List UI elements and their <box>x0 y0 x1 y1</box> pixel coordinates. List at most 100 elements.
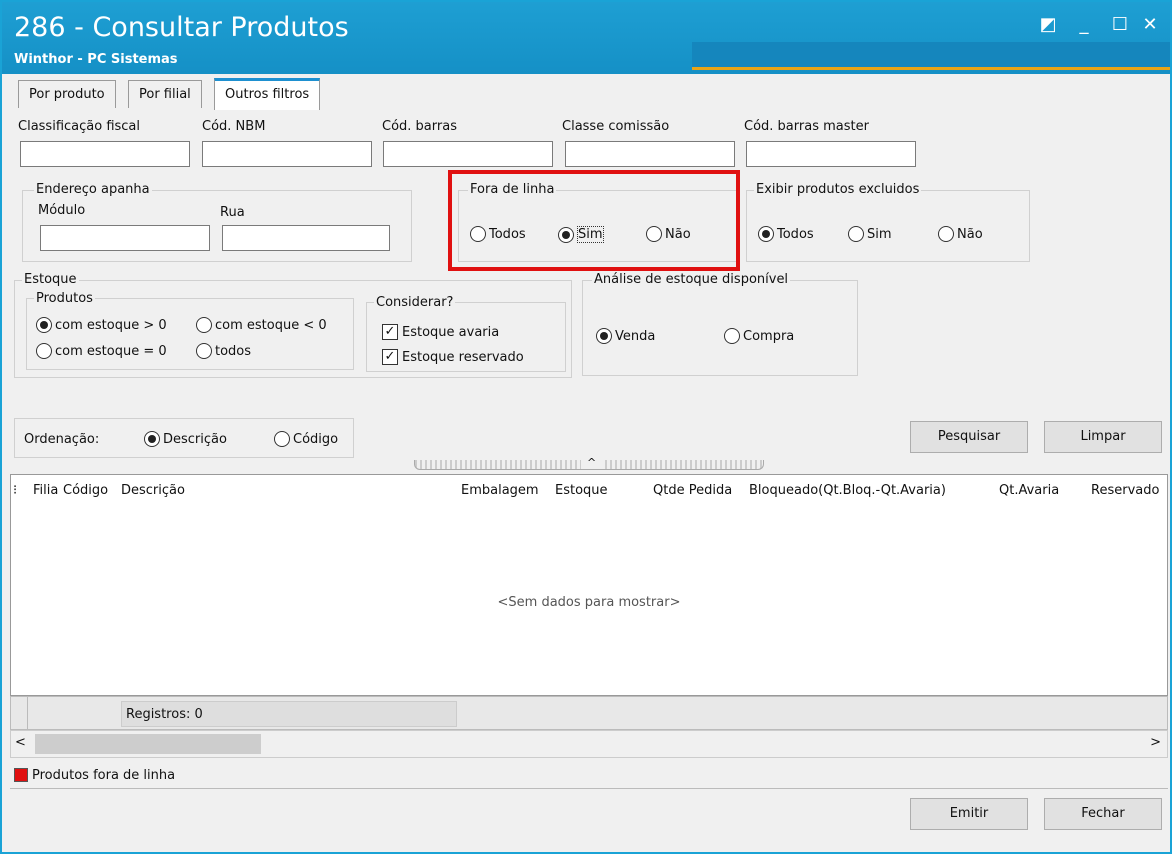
excluidos-sim-radio[interactable]: Sim <box>848 226 892 242</box>
col-descricao[interactable]: Descrição <box>121 475 185 505</box>
estoque-todos-radio[interactable]: todos <box>196 343 251 359</box>
checkbox-label: Estoque reservado <box>402 349 524 365</box>
scrollbar-thumb[interactable] <box>35 734 261 754</box>
estoque-avaria-checkbox[interactable]: ✓ Estoque avaria <box>382 324 499 340</box>
radio-label: Sim <box>867 226 892 242</box>
tab-strip: Por produto Por filial Outros filtros <box>4 76 1168 110</box>
tab-label: Outros filtros <box>225 87 310 102</box>
restore-icon[interactable]: ◩ <box>1036 14 1060 38</box>
col-reservado[interactable]: Reservado <box>1091 475 1167 505</box>
horizontal-scrollbar[interactable]: < > <box>10 730 1168 758</box>
classificacao-fiscal-input[interactable] <box>20 141 190 167</box>
col-filial[interactable]: Filia <box>33 475 58 505</box>
cod-barras-master-input[interactable] <box>746 141 916 167</box>
chevron-left-icon[interactable]: < <box>15 735 26 750</box>
legend-swatch <box>14 768 28 782</box>
splitter-handle[interactable]: ^ <box>414 456 764 470</box>
classe-comissao-label: Classe comissão <box>562 119 670 134</box>
tab-por-filial[interactable]: Por filial <box>128 80 202 108</box>
radio-label: todos <box>215 343 252 359</box>
col-codigo[interactable]: Código <box>63 475 108 505</box>
modulo-label: Módulo <box>38 203 86 218</box>
analise-compra-radio[interactable]: Compra <box>724 328 794 344</box>
window-title: 286 - Consultar Produtos <box>14 12 349 43</box>
radio-selected-icon <box>144 431 160 447</box>
legend: Produtos fora de linha <box>10 762 1168 788</box>
radio-icon <box>848 226 864 242</box>
window-subtitle: Winthor - PC Sistemas <box>14 52 178 67</box>
rua-input[interactable] <box>222 225 390 251</box>
tab-label: Por filial <box>139 87 191 102</box>
radio-label: Compra <box>743 328 795 344</box>
radio-selected-icon <box>36 317 52 333</box>
radio-selected-icon <box>596 328 612 344</box>
grid-footer: Registros: 0 <box>10 696 1168 730</box>
classe-comissao-input[interactable] <box>565 141 735 167</box>
radio-icon <box>938 226 954 242</box>
col-estoque[interactable]: Estoque <box>555 475 608 505</box>
excluidos-todos-radio[interactable]: Todos <box>758 226 814 242</box>
pesquisar-button[interactable]: Pesquisar <box>910 421 1028 453</box>
emitir-button[interactable]: Emitir <box>910 798 1028 830</box>
close-icon[interactable]: ✕ <box>1138 14 1162 38</box>
ordenacao-codigo-radio[interactable]: Código <box>274 431 338 447</box>
cod-nbm-input[interactable] <box>202 141 372 167</box>
radio-icon <box>196 343 212 359</box>
radio-icon <box>36 343 52 359</box>
ordenacao-label: Ordenação: <box>24 432 100 447</box>
excluidos-title: Exibir produtos excluidos <box>754 182 922 197</box>
radio-label: com estoque < 0 <box>215 317 327 333</box>
check-icon: ✓ <box>382 349 398 365</box>
analise-venda-radio[interactable]: Venda <box>596 328 655 344</box>
tab-por-produto[interactable]: Por produto <box>18 80 116 108</box>
estoque-menor-radio[interactable]: com estoque < 0 <box>196 317 327 333</box>
radio-icon <box>274 431 290 447</box>
check-icon: ✓ <box>382 324 398 340</box>
col-embalagem[interactable]: Embalagem <box>461 475 539 505</box>
estoque-title: Estoque <box>22 272 79 287</box>
title-decoration <box>692 42 1170 70</box>
col-bloqueado[interactable]: Bloqueado(Qt.Bloq.-Qt.Avaria) <box>749 475 946 505</box>
limpar-button[interactable]: Limpar <box>1044 421 1162 453</box>
checkbox-label: Estoque avaria <box>402 324 500 340</box>
estoque-maior-radio[interactable]: com estoque > 0 <box>36 317 167 333</box>
modulo-input[interactable] <box>40 225 210 251</box>
minimize-icon[interactable]: _ <box>1072 14 1096 38</box>
registros-count: Registros: 0 <box>121 701 457 727</box>
radio-label: com estoque = 0 <box>55 343 167 359</box>
results-grid[interactable]: ⁝ Filia Código Descrição Embalagem Estoq… <box>10 474 1168 696</box>
cod-barras-master-label: Cód. barras master <box>744 119 869 134</box>
legend-label: Produtos fora de linha <box>32 767 176 783</box>
radio-label: Todos <box>777 226 814 242</box>
radio-selected-icon <box>758 226 774 242</box>
tab-outros-filtros[interactable]: Outros filtros <box>214 78 321 110</box>
considerar-title: Considerar? <box>374 295 456 310</box>
estoque-igual-radio[interactable]: com estoque = 0 <box>36 343 167 359</box>
ordenacao-descricao-radio[interactable]: Descrição <box>144 431 227 447</box>
radio-label: Descrição <box>163 431 227 447</box>
cod-barras-input[interactable] <box>383 141 553 167</box>
fechar-button[interactable]: Fechar <box>1044 798 1162 830</box>
title-bar: 286 - Consultar Produtos Winthor - PC Si… <box>2 2 1170 74</box>
cod-barras-label: Cód. barras <box>382 119 457 134</box>
radio-label: Venda <box>615 328 656 344</box>
estoque-reservado-checkbox[interactable]: ✓ Estoque reservado <box>382 349 524 365</box>
radio-label: Não <box>957 226 983 242</box>
radio-label: com estoque > 0 <box>55 317 167 333</box>
radio-icon <box>196 317 212 333</box>
produtos-group <box>26 298 354 370</box>
footer-divider <box>27 697 28 729</box>
column-chooser-icon[interactable]: ⁝ <box>13 475 17 505</box>
highlight-box <box>448 170 740 271</box>
analise-title: Análise de estoque disponível <box>592 272 791 287</box>
col-qt-avaria[interactable]: Qt.Avaria <box>999 475 1059 505</box>
cod-nbm-label: Cód. NBM <box>202 119 266 134</box>
col-qtde-pedida[interactable]: Qtde Pedida <box>653 475 732 505</box>
produtos-title: Produtos <box>34 291 95 306</box>
excluidos-nao-radio[interactable]: Não <box>938 226 983 242</box>
chevron-up-icon: ^ <box>581 456 603 469</box>
chevron-right-icon[interactable]: > <box>1150 735 1161 750</box>
maximize-icon[interactable]: ☐ <box>1108 14 1132 38</box>
main-window: 286 - Consultar Produtos Winthor - PC Si… <box>0 0 1172 854</box>
radio-icon <box>724 328 740 344</box>
